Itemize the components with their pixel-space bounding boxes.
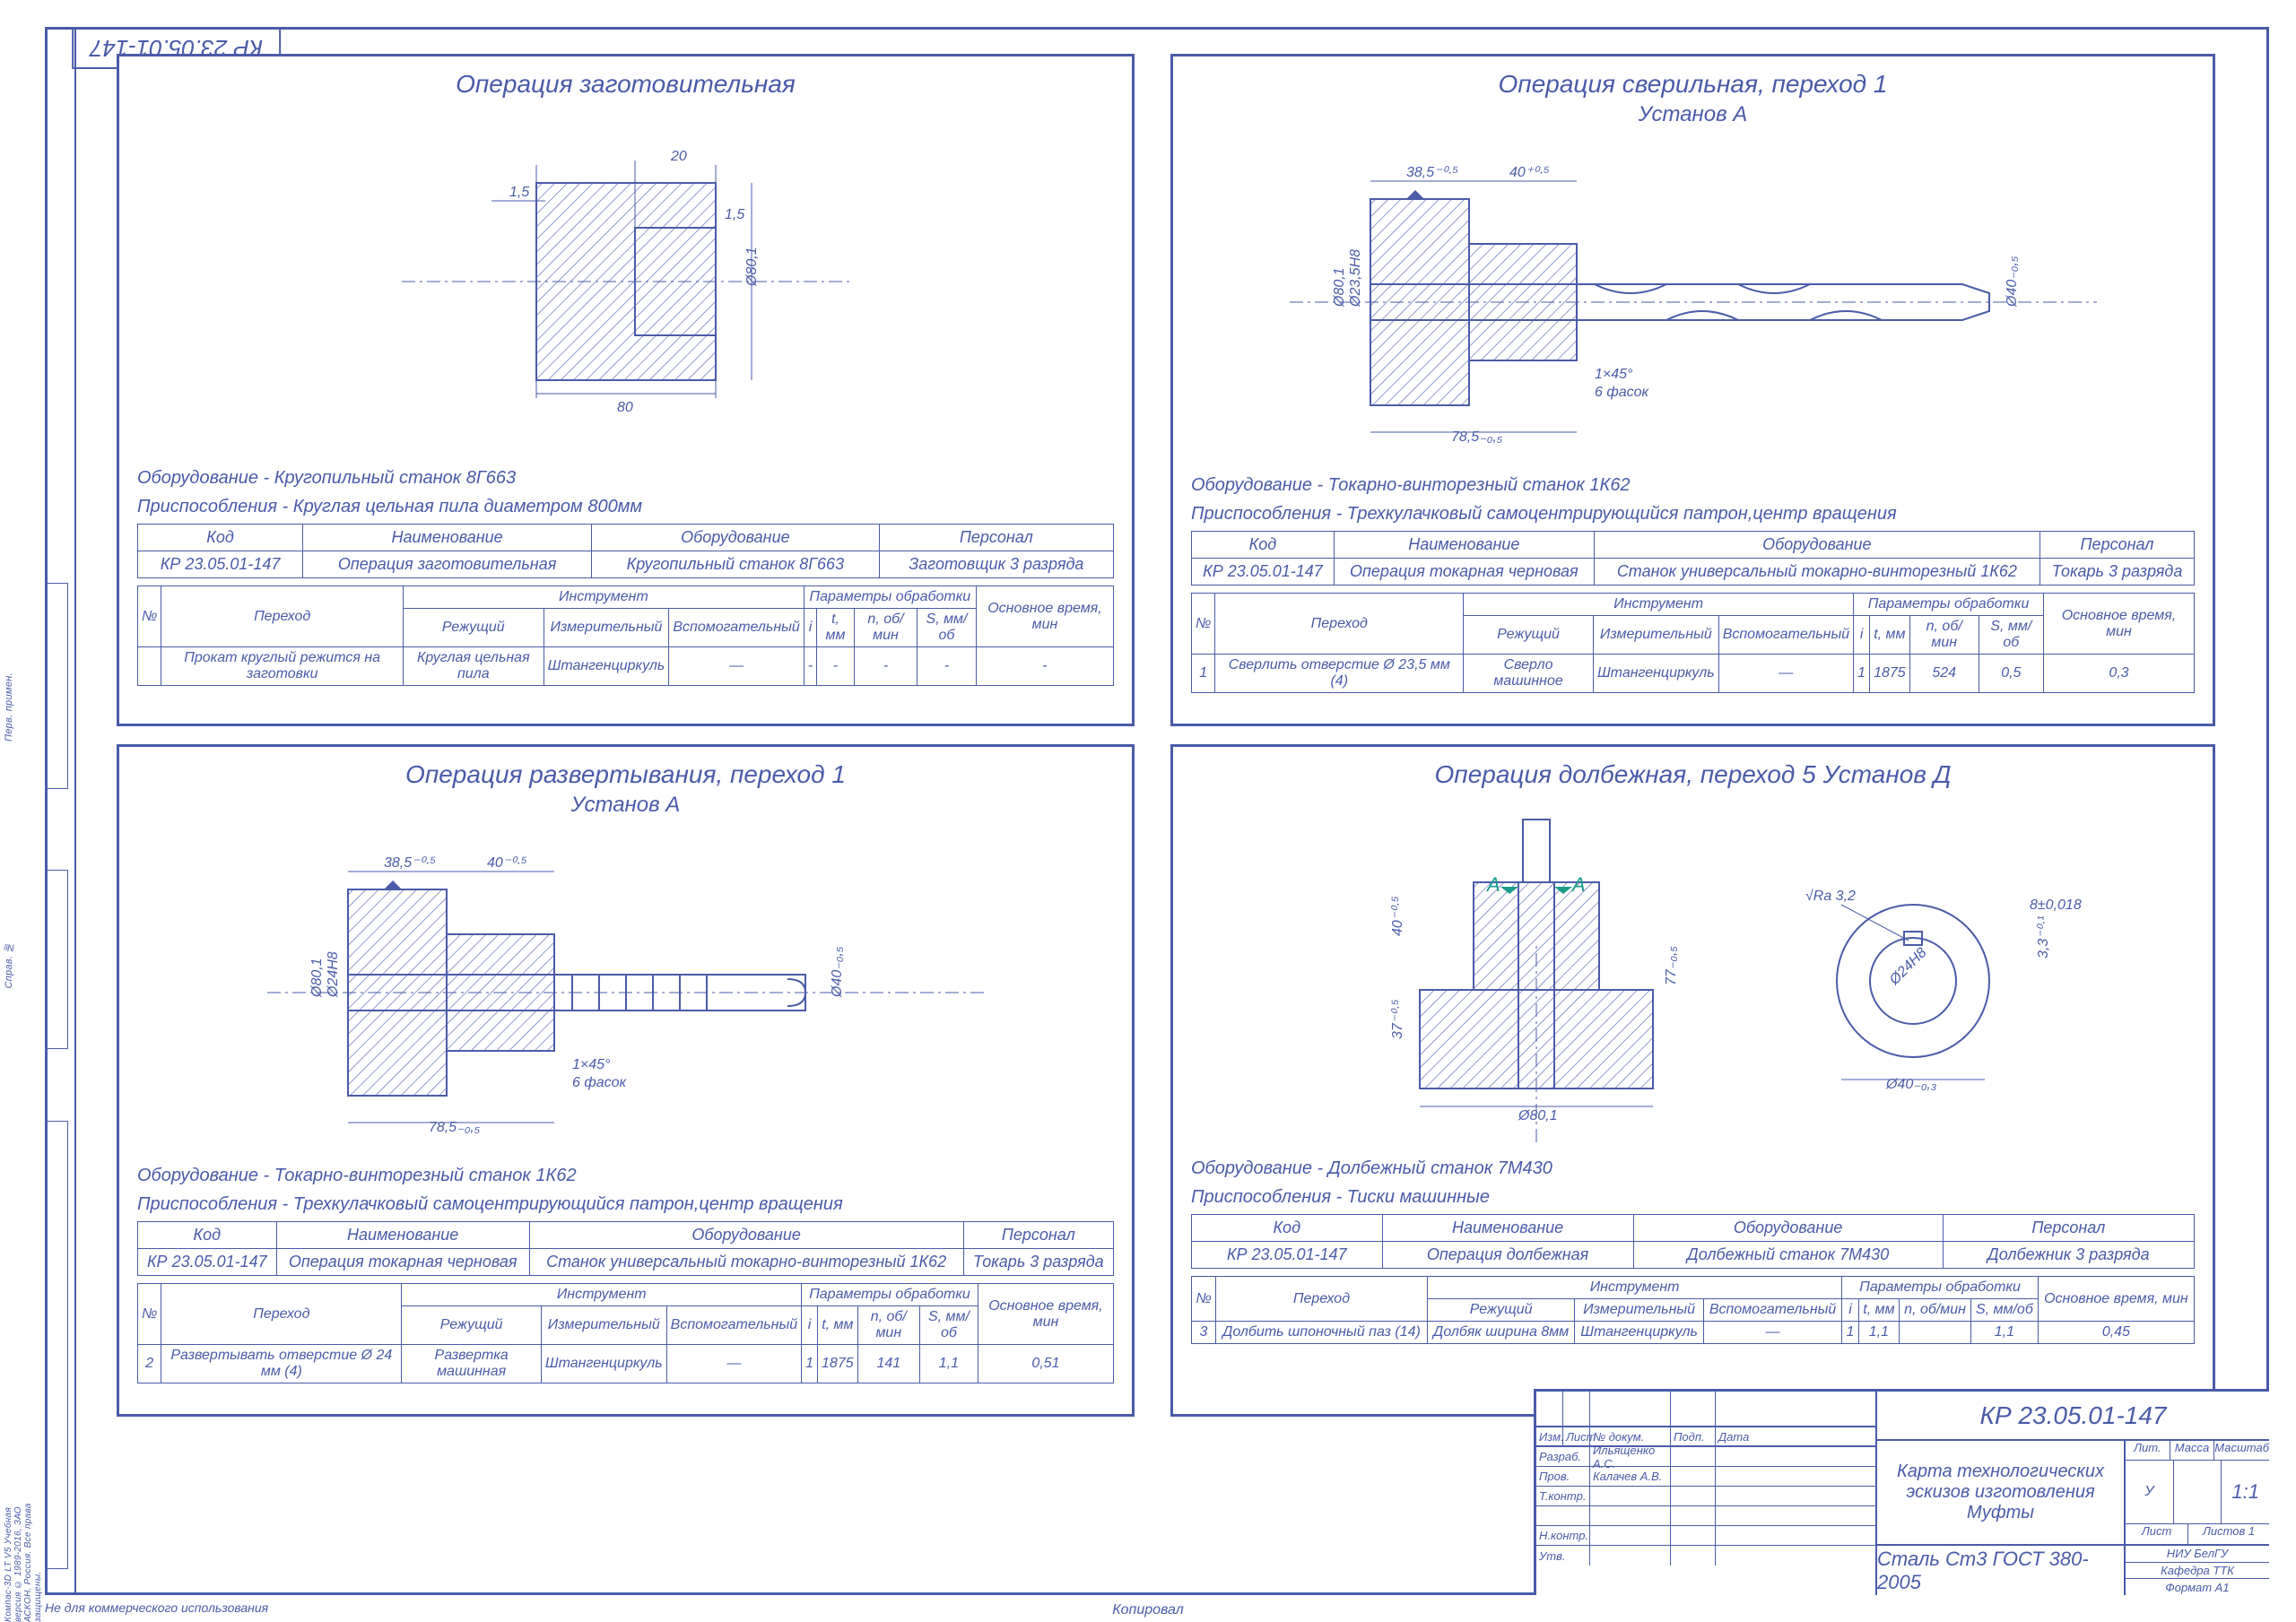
svg-text:40⁻⁰·⁵: 40⁻⁰·⁵ [1390,896,1405,936]
svg-text:20: 20 [670,149,687,164]
svg-text:1,5: 1,5 [509,185,529,200]
side-box [45,583,68,789]
svg-text:1,5: 1,5 [725,207,744,222]
svg-text:6 фасок: 6 фасок [1595,385,1650,400]
side-box [45,1121,68,1569]
op-title: Операция заготовительная [137,70,1114,99]
table-header: КодНаименованиеОборудованиеПерсонал КР 2… [1191,1214,2195,1269]
table-step: №ПереходИнструментПараметры обработкиОсн… [137,1283,1114,1383]
fixture: Приспособления - Тиски машинные [1191,1185,2195,1209]
op-title: Операция развертывания, переход 1 [137,760,1114,789]
svg-text:37⁻⁰·⁵: 37⁻⁰·⁵ [1390,999,1405,1039]
tb-material: Сталь Ст3 ГОСТ 380-2005 [1877,1546,2126,1595]
svg-text:Ø23,5H8: Ø23,5H8 [1348,249,1363,308]
svg-text:√Ra 3,2: √Ra 3,2 [1805,889,1856,904]
table-header: КодНаименованиеОборудованиеПерсонал КР 2… [137,524,1114,578]
panel-op-ream: Операция развертывания, переход 1 Устано… [117,744,1135,1417]
fixture: Приспособления - Круглая цельная пила ди… [137,495,1114,518]
op-subtitle: Установ А [1191,102,2195,127]
side-label-a: Перв. примен. [4,672,14,742]
svg-text:Ø80,1: Ø80,1 [309,958,325,998]
title-block: Изм.Лист № докум.Подп.Дата Разраб.Ильяще… [1534,1389,2269,1595]
table-step: №ПереходИнструментПараметры обработкиОсн… [1191,1276,2195,1344]
svg-text:3,3⁻⁰·¹: 3,3⁻⁰·¹ [2036,915,2051,958]
kopir-text: Копировал [1112,1602,1184,1618]
svg-text:Ø24H8: Ø24H8 [326,951,341,998]
svg-text:1×45°: 1×45° [572,1057,611,1072]
op-title: Операция долбежная, переход 5 Установ Д [1191,760,2195,789]
side-label-c: Компас-3D LT V5 Учебная версия © 1989-20… [4,1479,43,1622]
svg-text:40⁻⁰·⁵: 40⁻⁰·⁵ [487,855,527,871]
table-header: КодНаименованиеОборудованиеПерсонал КР 2… [137,1221,1114,1276]
op-title: Операция сверильная, переход 1 [1191,70,2195,99]
svg-text:6 фасок: 6 фасок [572,1075,628,1090]
panel-op-blank: Операция заготовительная 1,5 20 1,5 80 Ø… [117,54,1135,726]
svg-text:40⁺⁰·⁵: 40⁺⁰·⁵ [1509,165,1550,180]
drawing-drill: 38,5⁻⁰·⁵ 40⁺⁰·⁵ Ø80,1 Ø23,5H8 Ø40₋₀,₅ 1×… [1191,136,2195,468]
table-step: №ПереходИнструментПараметры обработкиОсн… [137,585,1114,686]
svg-text:1×45°: 1×45° [1595,367,1633,382]
panel-op-slot: Операция долбежная, переход 5 Установ Д … [1170,744,2215,1417]
drawing-slot: А А 40⁻⁰·⁵ 37⁻⁰·⁵ 77₋₀,₅ Ø80,1 √Ra 3,2 8±… [1191,793,2195,1151]
side-box [45,870,68,1049]
svg-text:Ø40₋₀,₅: Ø40₋₀,₅ [2005,256,2020,308]
op-subtitle: Установ А [137,793,1114,818]
fixture: Приспособления - Трехкулачковый самоцент… [1191,502,2195,525]
fixture: Приспособления - Трехкулачковый самоцент… [137,1193,1114,1216]
svg-text:8±0,018: 8±0,018 [2030,898,2082,913]
equipment: Оборудование - Долбежный станок 7М430 [1191,1157,2195,1180]
svg-text:38,5⁻⁰·⁵: 38,5⁻⁰·⁵ [1406,165,1458,180]
drawing-ream: 38,5⁻⁰·⁵ 40⁻⁰·⁵ Ø80,1 Ø24H8 Ø40₋₀,₅ 1×45… [137,827,1114,1158]
table-step: №ПереходИнструментПараметры обработкиОсн… [1191,593,2195,693]
svg-text:Ø80,1: Ø80,1 [1332,267,1347,308]
svg-text:А: А [1570,873,1586,896]
equipment: Оборудование - Кругопильный станок 8Г663 [137,466,1114,490]
equipment: Оборудование - Токарно-винторезный стано… [1191,473,2195,497]
svg-text:77₋₀,₅: 77₋₀,₅ [1664,946,1679,985]
svg-text:А: А [1485,873,1500,896]
svg-text:Ø80,1: Ø80,1 [1518,1108,1558,1123]
svg-text:38,5⁻⁰·⁵: 38,5⁻⁰·⁵ [384,855,436,871]
tb-code: КР 23.05.01-147 [1877,1392,2269,1441]
table-header: КодНаименованиеОборудованиеПерсонал КР 2… [1191,531,2195,585]
svg-text:Ø40₋₀,₅: Ø40₋₀,₅ [830,946,845,998]
svg-text:Ø80,1: Ø80,1 [744,247,760,287]
footer-text: Не для коммерческого использования [45,1600,268,1615]
panel-op-drill: Операция сверильная, переход 1 Установ А… [1170,54,2215,726]
drawing-sheet: КР 23.05.01-147 Перв. примен. Справ. № К… [0,0,2296,1622]
side-label-b: Справ. № [4,941,14,989]
svg-text:80: 80 [617,400,633,415]
equipment: Оборудование - Токарно-винторезный стано… [137,1164,1114,1187]
svg-text:Ø24H8: Ø24H8 [1886,945,1930,989]
tb-signatures: Изм.Лист № докум.Подп.Дата Разраб.Ильяще… [1536,1392,1877,1595]
drawing-blank: 1,5 20 1,5 80 Ø80,1 [137,102,1114,461]
tb-name: Карта технологических эскизов изготовлен… [1877,1441,2126,1544]
